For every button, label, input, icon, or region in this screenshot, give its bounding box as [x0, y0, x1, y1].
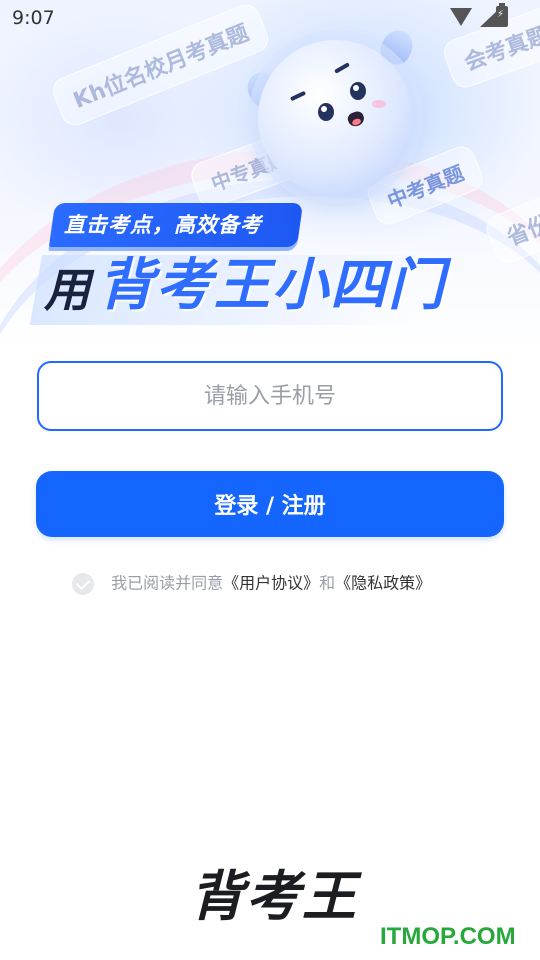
mascot-face [258, 40, 413, 195]
agreement-row: 我已阅读并同意《用户协议》和《隐私政策》 [72, 570, 431, 596]
agreement-prefix-text: 我已阅读并同意 [111, 573, 224, 593]
mascot-eye-right [350, 82, 366, 100]
mascot-eye-left [318, 103, 334, 121]
mascot-blush [372, 100, 386, 108]
status-time: 9:07 [12, 7, 55, 29]
status-bar: 9:07 [0, 0, 540, 36]
headline-prefix: 用 [44, 263, 90, 317]
login-register-button[interactable]: 登录 / 注册 [36, 471, 504, 537]
site-watermark: ITMOP.COM [380, 923, 516, 950]
agreement-checkbox[interactable] [72, 572, 94, 595]
brand-logo: 背考王 [190, 865, 358, 928]
agreement-conjunction: 和 [319, 573, 336, 593]
privacy-policy-link[interactable]: 《隐私政策》 [335, 574, 431, 593]
headline-title: 背考王小四门 [98, 253, 446, 318]
wifi-icon [450, 8, 472, 26]
user-agreement-link[interactable]: 《用户协议》 [223, 574, 319, 593]
battery-charging-icon [496, 3, 508, 27]
slogan-text: 直击考点，高效备考 [64, 213, 262, 237]
phone-number-input[interactable] [37, 361, 503, 431]
